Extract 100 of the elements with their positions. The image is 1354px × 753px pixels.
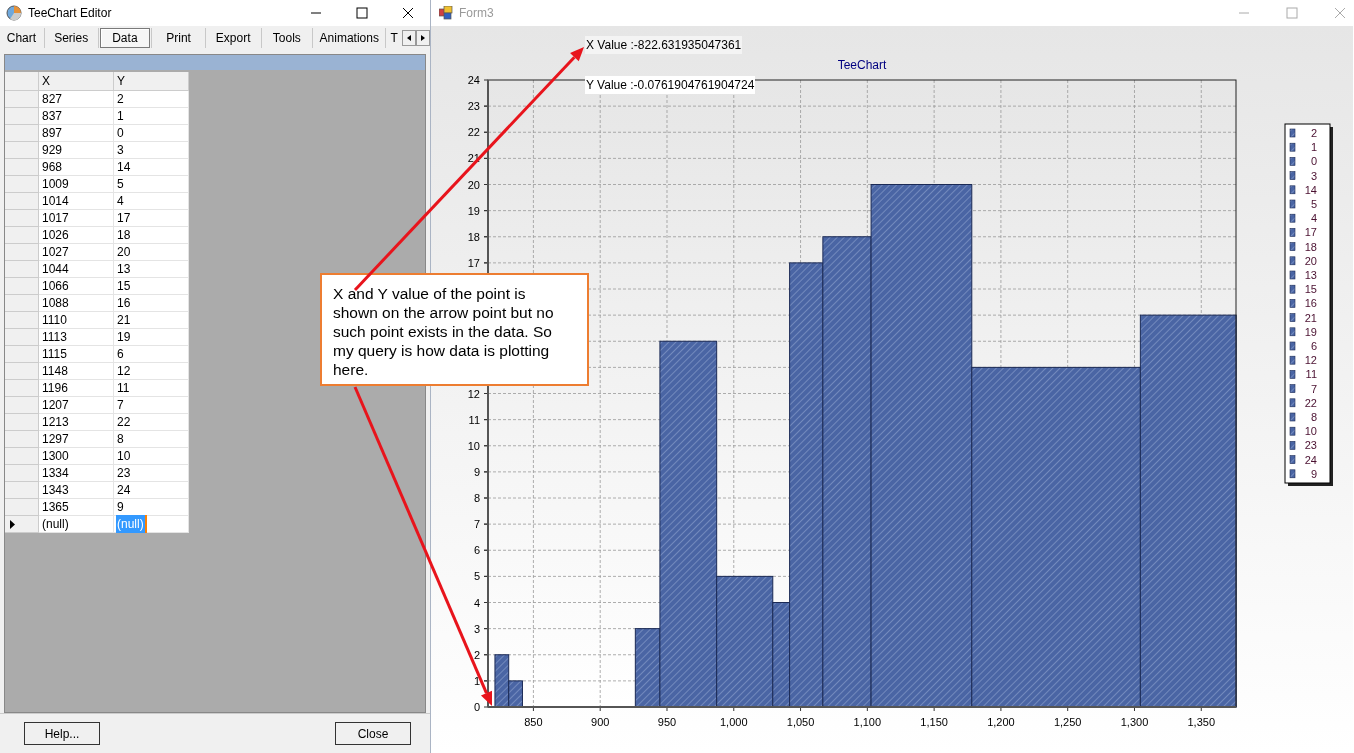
legend-label: 2 xyxy=(1310,127,1317,139)
table-cell: 1207 xyxy=(39,397,114,414)
help-button[interactable]: Help... xyxy=(24,722,100,745)
table-cell: 1113 xyxy=(39,329,114,346)
x-axis-label: 850 xyxy=(524,716,543,728)
table-cell: 1297 xyxy=(39,431,114,448)
table-cell: 1017 xyxy=(39,210,114,227)
legend-label: 14 xyxy=(1304,183,1317,196)
table-cell: 1334 xyxy=(39,465,114,482)
y-axis-label: 11 xyxy=(468,413,480,426)
legend-label: 13 xyxy=(1304,269,1317,281)
legend-swatch xyxy=(1289,469,1296,479)
table-cell-text: 23 xyxy=(116,465,132,482)
y-axis-label: 22 xyxy=(467,126,480,139)
y-axis-label: 0 xyxy=(473,701,480,713)
tab[interactable]: T xyxy=(387,28,401,48)
legend-swatch xyxy=(1289,213,1296,223)
y-axis-label: 18 xyxy=(467,230,480,243)
table-cell-text: 1 xyxy=(116,108,125,125)
x-axis-label: 1,150 xyxy=(920,716,948,728)
y-axis-label: 4 xyxy=(473,596,480,609)
legend-label: 9 xyxy=(1310,467,1317,480)
legend-label: 3 xyxy=(1310,169,1317,182)
legend-swatch xyxy=(1289,157,1296,166)
column-header[interactable]: Y xyxy=(114,72,189,91)
legend-label: 16 xyxy=(1304,297,1317,310)
legend-swatch xyxy=(1289,284,1296,294)
scroll-left-button[interactable] xyxy=(401,30,416,46)
x-axis-label: 1,050 xyxy=(786,716,815,728)
legend-label: 18 xyxy=(1304,240,1317,253)
tab[interactable]: Data xyxy=(99,28,151,48)
x-axis-label: 1,250 xyxy=(1053,716,1082,728)
y-axis-label: 8 xyxy=(473,492,480,504)
legend-label: 5 xyxy=(1310,198,1317,210)
table-cell-text: 19 xyxy=(116,329,132,346)
table-cell-text: 8 xyxy=(116,431,125,448)
table-cell: 1365 xyxy=(39,499,114,516)
legend-swatch xyxy=(1289,185,1296,195)
y-axis-label: 7 xyxy=(473,518,480,531)
tab[interactable]: Export xyxy=(206,28,260,48)
right-arrow-icon xyxy=(419,34,426,42)
table-cell: 1088 xyxy=(39,295,114,312)
legend-swatch xyxy=(1289,242,1296,251)
table-cell-text: 18 xyxy=(116,227,132,244)
y-value-label: Y Value :-0.0761904761904724 xyxy=(585,76,756,94)
legend-swatch xyxy=(1289,341,1296,351)
table-cell-text: 5 xyxy=(116,176,125,193)
table-cell-text: 0 xyxy=(116,125,125,142)
legend-swatch xyxy=(1289,441,1296,450)
legend-swatch xyxy=(1289,270,1296,280)
legend-label: 11 xyxy=(1305,368,1317,381)
legend-label: 8 xyxy=(1310,411,1317,423)
close-button[interactable]: Close xyxy=(335,722,411,745)
legend-label: 21 xyxy=(1304,311,1317,324)
y-axis-label: 1 xyxy=(473,674,480,687)
y-axis-label: 23 xyxy=(467,100,480,113)
legend-label: 6 xyxy=(1310,340,1317,352)
tab[interactable]: Animations xyxy=(314,28,385,48)
tab[interactable]: Series xyxy=(45,28,97,48)
y-axis-label: 17 xyxy=(467,256,480,269)
table-cell-text: 4 xyxy=(116,193,125,210)
table-cell: (null) xyxy=(116,515,147,533)
close-icon[interactable] xyxy=(402,7,414,19)
x-axis-label: 1,000 xyxy=(720,716,748,728)
y-axis-label: 20 xyxy=(467,178,480,191)
row-header[interactable] xyxy=(5,516,39,533)
table-cell: 968 xyxy=(39,159,114,176)
callout-note: X and Y value of the point is shown on the arrow point but no such point exists in the data. So my query is how data is plotting here. xyxy=(320,273,589,386)
table-cell-text: 7 xyxy=(116,397,125,414)
table-cell-text: 3 xyxy=(116,142,125,159)
legend-label: 24 xyxy=(1304,453,1317,466)
table-cell-text: 11 xyxy=(116,380,131,397)
legend-swatch xyxy=(1289,455,1296,464)
table-cell-text: 20 xyxy=(116,244,132,261)
table-cell: 929 xyxy=(39,142,114,159)
table-cell-text: 16 xyxy=(116,295,132,312)
y-axis-label: 3 xyxy=(473,622,480,635)
legend-label: 20 xyxy=(1304,254,1317,267)
legend-label: 12 xyxy=(1304,354,1317,367)
tab[interactable]: Chart xyxy=(0,28,43,48)
table-cell: 1026 xyxy=(39,227,114,244)
window-title: Form3 xyxy=(459,5,494,22)
app-icon xyxy=(6,5,22,21)
legend-swatch xyxy=(1289,142,1296,152)
tab[interactable]: Tools xyxy=(262,28,312,48)
y-axis-label: 6 xyxy=(473,544,480,557)
column-header[interactable]: X xyxy=(39,72,114,91)
table-cell: 1027 xyxy=(39,244,114,261)
legend-label: 19 xyxy=(1304,325,1317,338)
table-cell: 1300 xyxy=(39,448,114,465)
table-cell-text: 2 xyxy=(116,91,125,108)
table-cell: 897 xyxy=(39,125,114,142)
tab[interactable]: Print xyxy=(153,28,204,48)
table-cell-text: 12 xyxy=(116,363,132,380)
maximize-icon[interactable] xyxy=(356,7,368,19)
table-cell: 837 xyxy=(39,108,114,125)
table-cell-text: 24 xyxy=(116,482,132,499)
legend-swatch xyxy=(1289,228,1296,237)
table-cell: 1343 xyxy=(39,482,114,499)
legend-label: 10 xyxy=(1304,425,1317,438)
